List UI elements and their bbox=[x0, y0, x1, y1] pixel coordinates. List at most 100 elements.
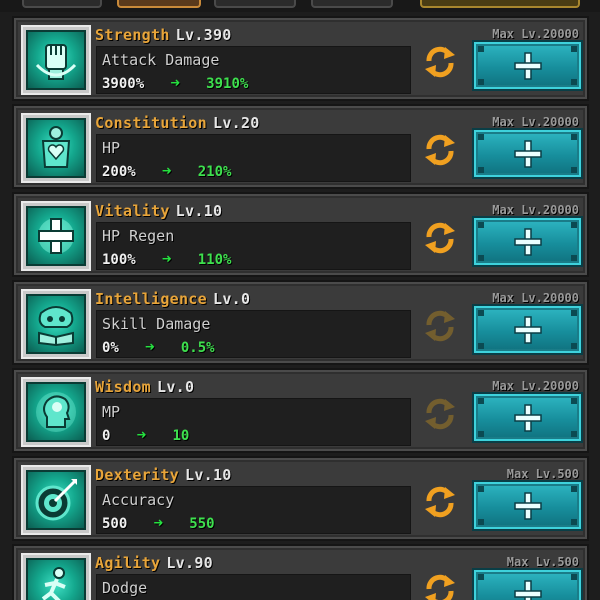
stat-row-wisdom: Wisdom Lv.0 Max Lv.20000 MP 0 ➜ 10 bbox=[12, 368, 589, 453]
max-level: Max Lv.20000 bbox=[492, 291, 579, 305]
max-level: Max Lv.20000 bbox=[492, 203, 579, 217]
tab-4[interactable] bbox=[311, 0, 393, 8]
stat-name: Agility bbox=[95, 554, 161, 572]
value-row: 0 ➜ 10 bbox=[102, 425, 189, 444]
running-figure-icon bbox=[26, 558, 86, 600]
current-value: 0% bbox=[102, 340, 119, 356]
value-row: 100% ➜ 110% bbox=[102, 249, 231, 268]
stat-name: Intelligence bbox=[95, 290, 207, 308]
level-up-button[interactable] bbox=[472, 392, 583, 443]
level-up-button[interactable] bbox=[472, 568, 583, 600]
tab-5[interactable] bbox=[420, 0, 580, 8]
arrow-right-icon: ➜ bbox=[153, 513, 164, 532]
tree-book-icon bbox=[26, 294, 86, 354]
current-value: 0 bbox=[102, 428, 111, 444]
plus-icon bbox=[513, 139, 542, 168]
level-up-button[interactable] bbox=[472, 128, 583, 179]
level-up-button[interactable] bbox=[472, 304, 583, 355]
effect-name: HP Regen bbox=[102, 227, 175, 245]
cycle-icon[interactable] bbox=[421, 43, 459, 81]
stat-icon-frame bbox=[21, 465, 91, 535]
arrow-right-icon: ➜ bbox=[170, 73, 180, 92]
heart-body-icon bbox=[26, 118, 86, 178]
next-value: 110% bbox=[197, 252, 232, 268]
effect-box: Attack Damage 3900% ➜ 3910% bbox=[96, 46, 411, 94]
top-tab-bar bbox=[0, 0, 600, 12]
effect-name: Skill Damage bbox=[102, 315, 211, 333]
stat-icon-frame bbox=[21, 201, 91, 271]
effect-box: Skill Damage 0% ➜ 0.5% bbox=[96, 310, 411, 358]
stat-icon-frame bbox=[21, 113, 91, 183]
stat-title: Agility Lv.90 bbox=[95, 554, 213, 572]
plus-icon bbox=[513, 315, 542, 344]
holy-cross-icon bbox=[26, 206, 86, 266]
effect-box: HP Regen 100% ➜ 110% bbox=[96, 222, 411, 270]
tab-3[interactable] bbox=[214, 0, 296, 8]
effect-box: Dodge bbox=[96, 574, 411, 600]
stat-name: Constitution bbox=[95, 114, 207, 132]
effect-name: Attack Damage bbox=[102, 51, 220, 69]
effect-name: Accuracy bbox=[102, 491, 175, 509]
arrow-right-icon: ➜ bbox=[161, 161, 172, 180]
next-value: 210% bbox=[197, 164, 232, 180]
max-level: Max Lv.20000 bbox=[492, 115, 579, 129]
cycle-icon[interactable] bbox=[421, 395, 459, 433]
stat-name: Dexterity bbox=[95, 466, 179, 484]
value-row: 200% ➜ 210% bbox=[102, 161, 231, 180]
stat-title: Dexterity Lv.10 bbox=[95, 466, 232, 484]
effect-box: Accuracy 500 ➜ 550 bbox=[96, 486, 411, 534]
stat-title: Constitution Lv.20 bbox=[95, 114, 260, 132]
stat-level: Lv.10 bbox=[175, 202, 223, 220]
stat-row-agility: Agility Lv.90 Max Lv.500 Dodge bbox=[12, 544, 589, 600]
plus-icon bbox=[513, 403, 542, 432]
stat-level: Lv.0 bbox=[157, 378, 195, 396]
next-value: 3910% bbox=[206, 76, 249, 92]
level-up-button[interactable] bbox=[472, 216, 583, 267]
stat-title: Wisdom Lv.0 bbox=[95, 378, 194, 396]
tab-2[interactable] bbox=[117, 0, 201, 8]
plus-icon bbox=[513, 491, 542, 520]
stat-row-vitality: Vitality Lv.10 Max Lv.20000 HP Regen 100%… bbox=[12, 192, 589, 277]
stat-icon-frame bbox=[21, 377, 91, 447]
arrow-right-icon: ➜ bbox=[136, 425, 147, 444]
next-value: 10 bbox=[172, 428, 190, 444]
stat-row-constitution: Constitution Lv.20 Max Lv.20000 HP 200% ➜ 2… bbox=[12, 104, 589, 189]
stat-level: Lv.10 bbox=[184, 466, 232, 484]
stat-name: Wisdom bbox=[95, 378, 151, 396]
max-level: Max Lv.20000 bbox=[492, 27, 579, 41]
cycle-icon[interactable] bbox=[421, 219, 459, 257]
next-value: 0.5% bbox=[180, 340, 215, 356]
level-up-button[interactable] bbox=[472, 40, 583, 91]
current-value: 200% bbox=[102, 164, 136, 180]
cycle-icon[interactable] bbox=[421, 131, 459, 169]
plus-icon bbox=[513, 51, 542, 80]
next-value: 550 bbox=[189, 516, 215, 532]
max-level: Max Lv.500 bbox=[506, 555, 579, 569]
stat-level: Lv.390 bbox=[175, 26, 232, 44]
bullseye-icon bbox=[26, 470, 86, 530]
stat-row-intelligence: Intelligence Lv.0 Max Lv.20000 Skill Dama… bbox=[12, 280, 589, 365]
level-up-button[interactable] bbox=[472, 480, 583, 531]
max-level: Max Lv.20000 bbox=[492, 379, 579, 393]
plus-icon bbox=[513, 227, 542, 256]
mind-head-icon bbox=[26, 382, 86, 442]
stat-row-strength: Strength Lv.390 Max Lv.20000 Attack Damag… bbox=[12, 16, 589, 101]
cycle-icon[interactable] bbox=[421, 483, 459, 521]
cycle-icon[interactable] bbox=[421, 571, 459, 600]
stat-icon-frame bbox=[21, 553, 91, 600]
stat-title: Strength Lv.390 bbox=[95, 26, 232, 44]
value-row: 0% ➜ 0.5% bbox=[102, 337, 215, 356]
effect-box: HP 200% ➜ 210% bbox=[96, 134, 411, 182]
tab-1[interactable] bbox=[22, 0, 102, 8]
stat-name: Strength bbox=[95, 26, 170, 44]
cycle-icon[interactable] bbox=[421, 307, 459, 345]
stat-name: Vitality bbox=[95, 202, 170, 220]
effect-box: MP 0 ➜ 10 bbox=[96, 398, 411, 446]
plus-icon bbox=[513, 579, 542, 600]
stat-title: Intelligence Lv.0 bbox=[95, 290, 250, 308]
stat-level: Lv.0 bbox=[212, 290, 251, 308]
stat-level: Lv.90 bbox=[166, 554, 213, 572]
value-row: 500 ➜ 550 bbox=[102, 513, 215, 532]
value-row: 3900% ➜ 3910% bbox=[102, 73, 248, 92]
current-value: 100% bbox=[102, 252, 136, 268]
